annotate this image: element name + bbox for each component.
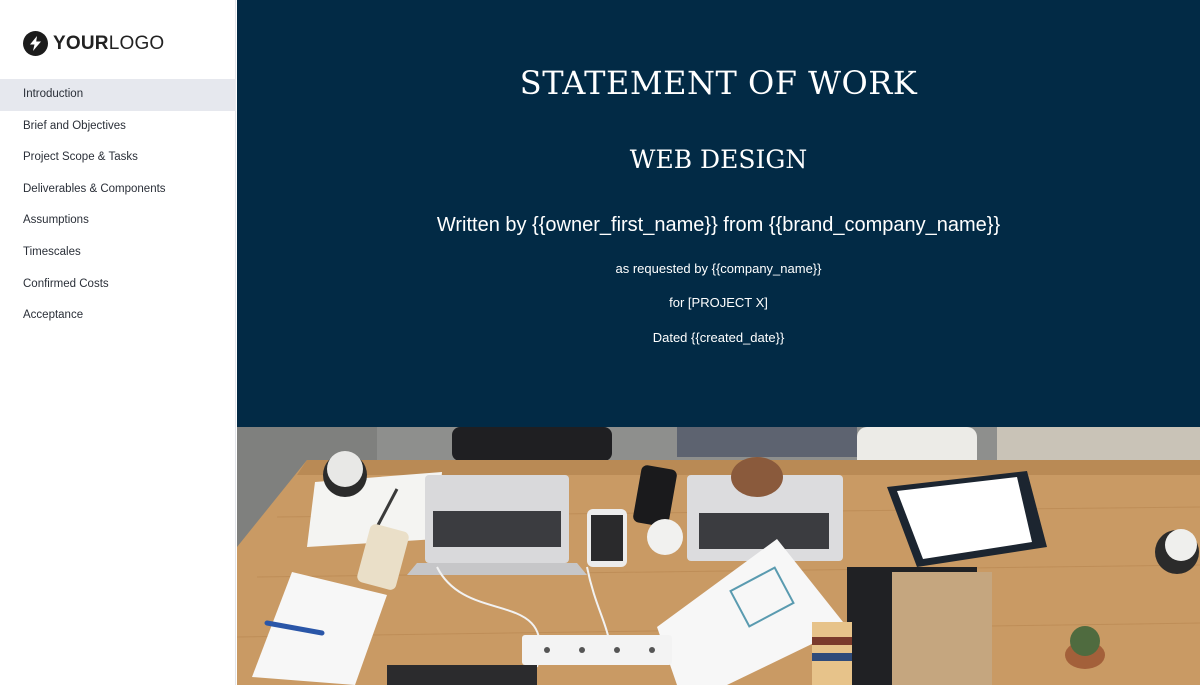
logo-text: YOURLOGO bbox=[53, 34, 164, 53]
nav-item-introduction[interactable]: Introduction bbox=[0, 79, 236, 111]
requested-by-line: as requested by {{company_name}} bbox=[615, 261, 822, 276]
nav-item-project-scope[interactable]: Project Scope & Tasks bbox=[0, 142, 236, 174]
logo-text-light: LOGO bbox=[108, 32, 165, 54]
nav-item-deliverables[interactable]: Deliverables & Components bbox=[0, 174, 236, 206]
cover-hero: STATEMENT OF WORK WEB DESIGN Written by … bbox=[237, 0, 1200, 427]
desk-illustration bbox=[237, 427, 1200, 685]
document-subtitle: WEB DESIGN bbox=[629, 145, 808, 174]
nav-item-acceptance[interactable]: Acceptance bbox=[0, 300, 236, 332]
document-title: STATEMENT OF WORK bbox=[519, 64, 918, 102]
nav-item-assumptions[interactable]: Assumptions bbox=[0, 205, 236, 237]
lightning-icon bbox=[23, 30, 48, 56]
sidebar: YOURLOGO Introduction Brief and Objectiv… bbox=[0, 0, 236, 685]
nav-item-brief-and-objectives[interactable]: Brief and Objectives bbox=[0, 111, 236, 143]
written-by-line: Written by {{owner_first_name}} from {{b… bbox=[436, 214, 1001, 236]
logo-text-bold: YOUR bbox=[53, 32, 109, 54]
nav-item-timescales[interactable]: Timescales bbox=[0, 237, 236, 269]
project-line: for [PROJECT X] bbox=[669, 295, 768, 310]
company-logo[interactable]: YOURLOGO bbox=[23, 30, 164, 56]
nav-item-confirmed-costs[interactable]: Confirmed Costs bbox=[0, 269, 236, 301]
section-nav: Introduction Brief and Objectives Projec… bbox=[0, 79, 236, 332]
dated-line: Dated {{created_date}} bbox=[652, 330, 785, 345]
office-desk-photo bbox=[237, 427, 1200, 685]
